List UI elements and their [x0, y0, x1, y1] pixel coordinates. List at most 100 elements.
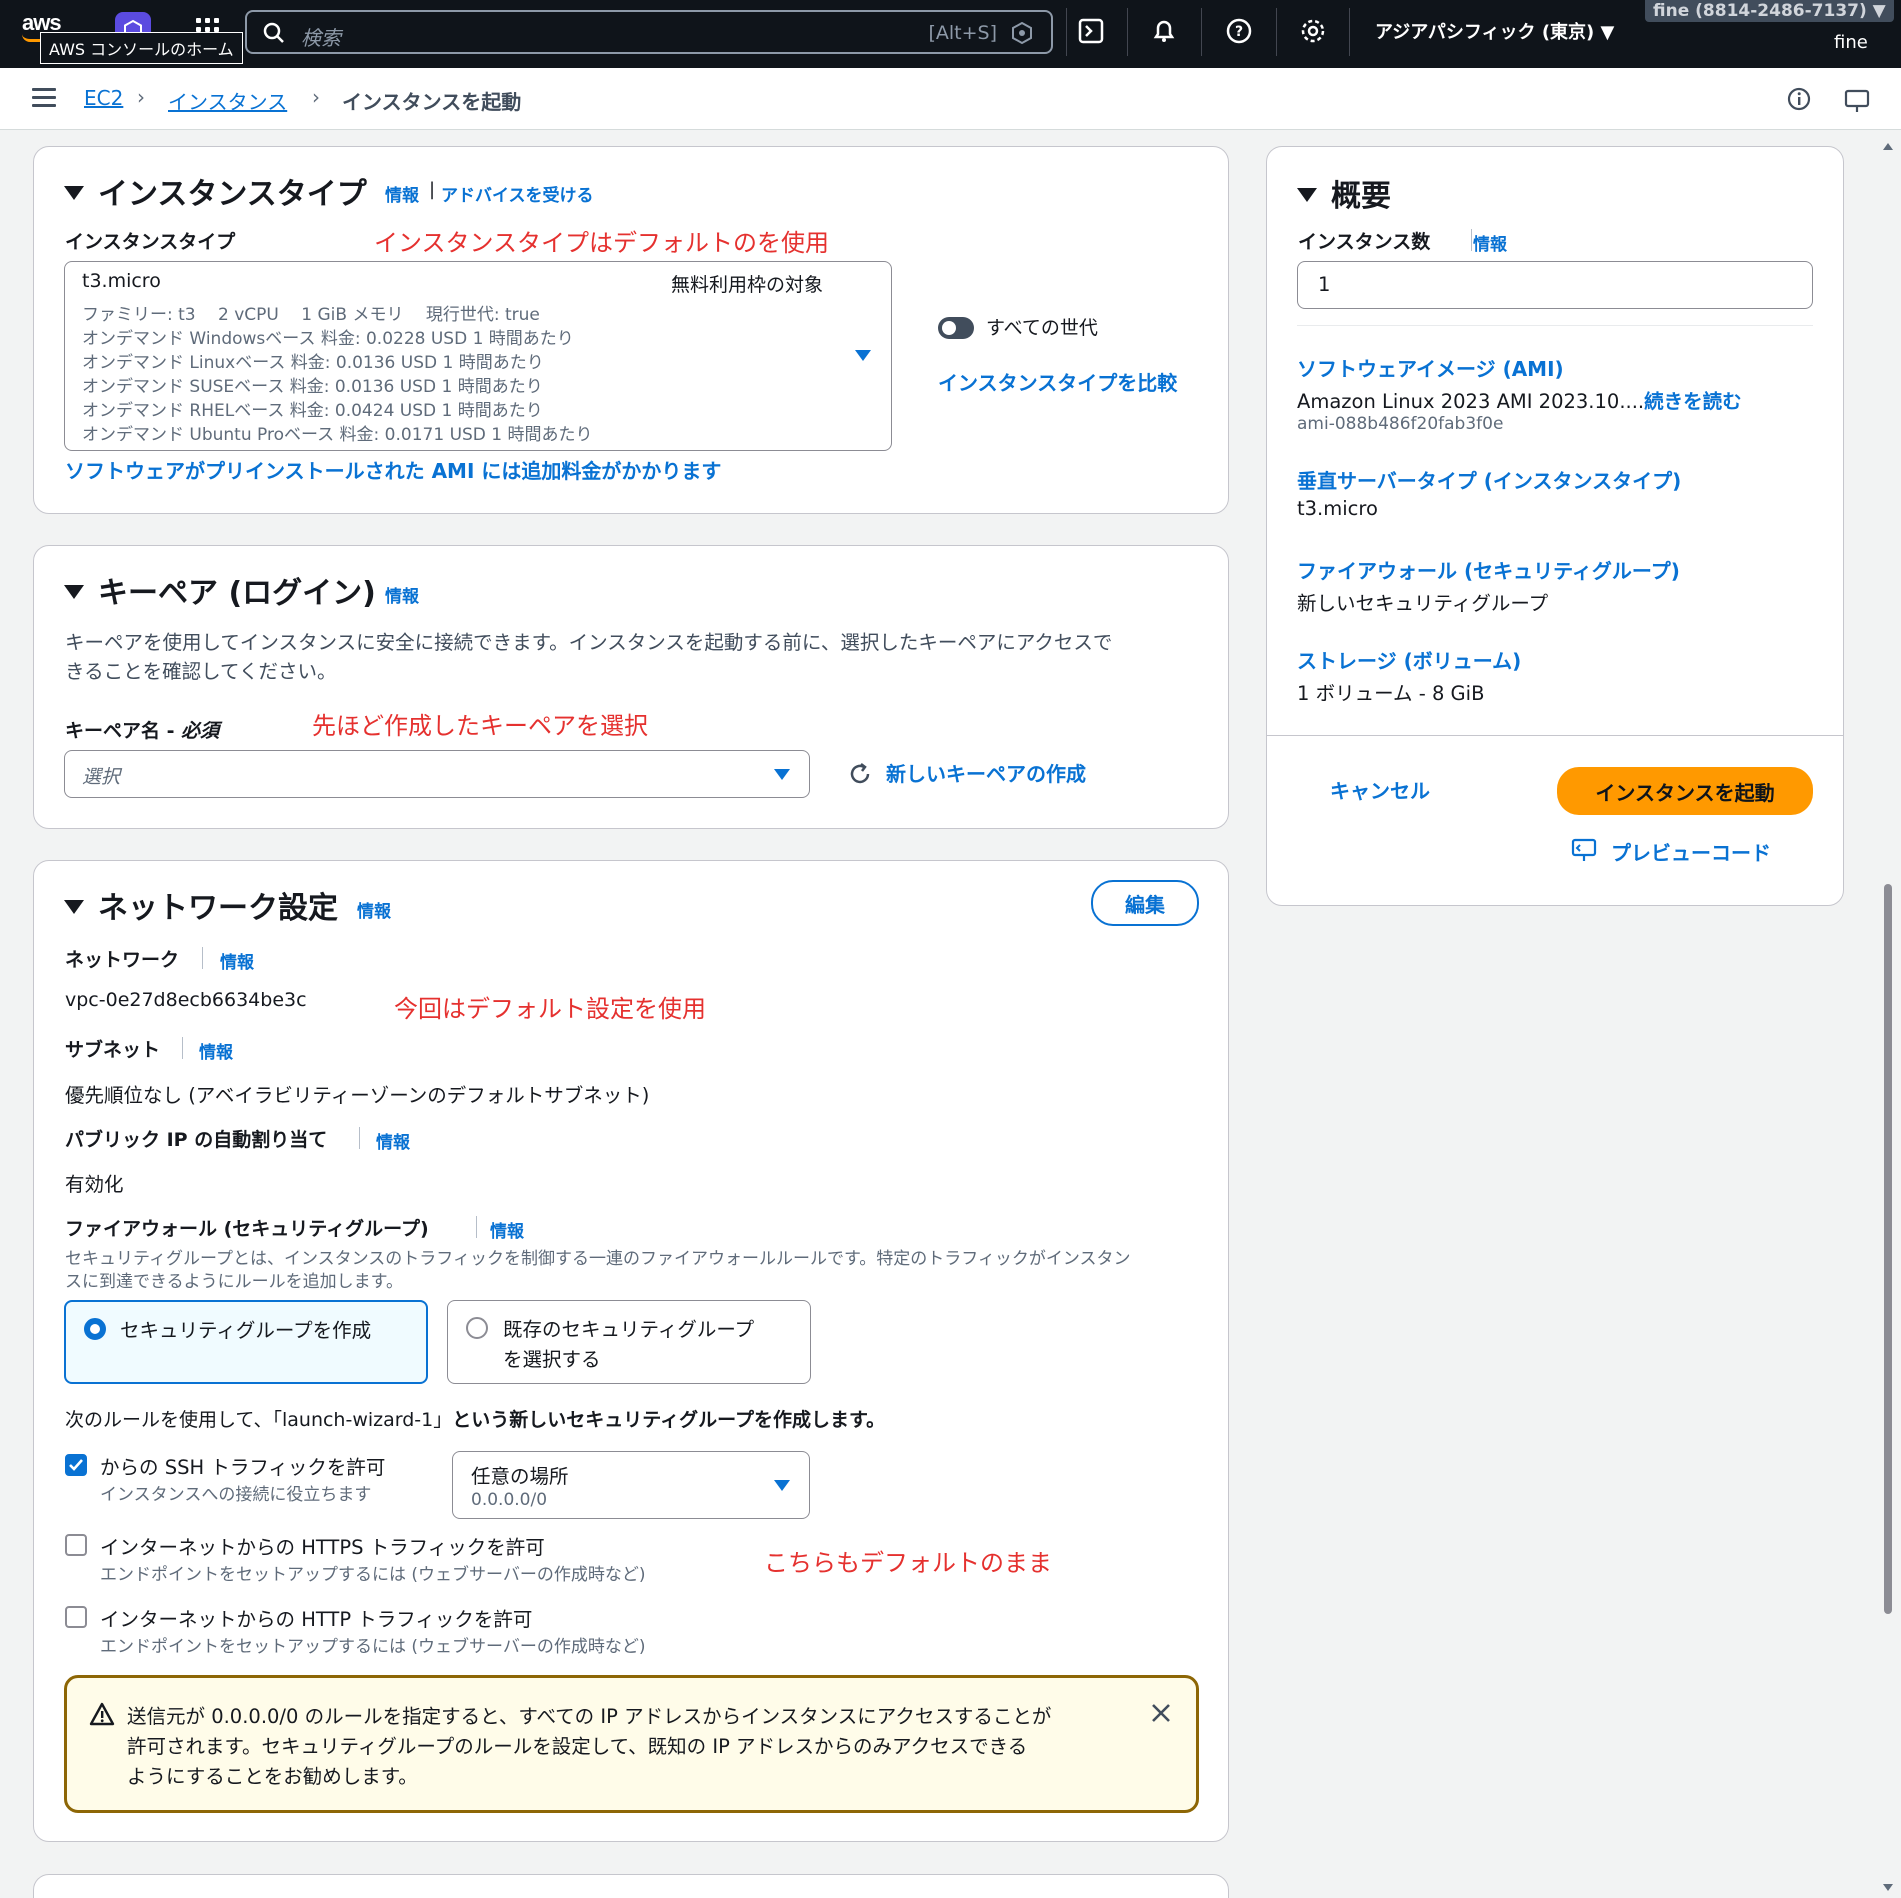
compare-instance-types-link[interactable]: インスタンスタイプを比較 [938, 367, 1177, 396]
existing-security-group-option[interactable]: 既存のセキュリティグループ を選択する [447, 1300, 811, 1384]
section-title-key-pair[interactable]: キーペア (ログイン) [64, 568, 376, 612]
info-link[interactable]: 情報 [385, 582, 419, 607]
instance-detail-line: ファミリー: t3 2 vCPU 1 GiB メモリ 現行世代: true [82, 305, 540, 325]
warning-text: 送信元が 0.0.0.0/0 のルールを指定すると、すべての IP アドレスから… [127, 1705, 1052, 1728]
radio-existing-security-group[interactable] [466, 1317, 488, 1339]
read-more-link[interactable]: 続きを読む [1644, 390, 1742, 413]
instance-count-input[interactable]: 1 [1297, 261, 1813, 309]
instance-count-label: インスタンス数 [1298, 231, 1431, 253]
settings-gear-icon[interactable] [1298, 16, 1328, 46]
annotation-instance-type: インスタンスタイプはデフォルトのを使用 [374, 229, 830, 257]
info-link[interactable]: 情報 [1473, 230, 1507, 255]
nav-separator [1066, 8, 1067, 56]
scroll-down-arrow-icon[interactable] [1882, 1878, 1894, 1891]
cancel-button[interactable]: キャンセル [1330, 775, 1430, 804]
region-selector[interactable]: アジアパシフィック (東京) ▼ [1375, 18, 1614, 44]
account-user[interactable]: fine [1834, 32, 1868, 53]
create-key-pair-link[interactable]: 新しいキーペアの作成 [886, 758, 1086, 787]
summary-ami-link[interactable]: ソフトウェアイメージ (AMI) [1297, 353, 1564, 382]
instance-type-panel: インスタンスタイプ 情報 | アドバイスを受ける インスタンスタイプ インスタン… [33, 146, 1229, 514]
page-scrollbar[interactable] [1884, 884, 1892, 1614]
advice-link[interactable]: アドバイスを受ける [441, 181, 594, 206]
warning-text-3: ようにすることをお勧めします。 [127, 1765, 418, 1788]
instance-detail-line: オンデマンド Ubuntu Proベース 料金: 0.0171 USD 1 時間… [82, 425, 593, 445]
collapse-triangle-icon[interactable] [1297, 187, 1317, 202]
all-generations-toggle[interactable] [938, 317, 974, 339]
create-security-group-label: セキュリティグループを作成 [120, 1319, 372, 1342]
chevron-right-icon: › [137, 85, 145, 109]
help-icon[interactable]: ? [1224, 16, 1254, 46]
breadcrumb: EC2 › インスタンス › インスタンスを起動 [0, 68, 1901, 130]
search-input[interactable]: 検索 [Alt+S] [245, 10, 1053, 54]
annotation-network: 今回はデフォルト設定を使用 [394, 995, 706, 1023]
ssh-cidr-value: 0.0.0.0/0 [471, 1490, 548, 1510]
https-help: エンドポイントをセットアップするには (ウェブサーバーの作成時など) [100, 1565, 646, 1585]
search-icon [263, 22, 284, 43]
side-nav-menu-icon[interactable] [32, 88, 56, 108]
nav-separator [1349, 8, 1350, 56]
info-link[interactable]: 情報 [357, 897, 391, 922]
search-shortcut: [Alt+S] [928, 22, 997, 44]
https-checkbox[interactable] [65, 1534, 87, 1556]
instance-count-value: 1 [1318, 273, 1331, 296]
public-ip-label: パブリック IP の自動割り当て [65, 1129, 328, 1151]
nav-separator [1127, 8, 1128, 56]
info-link[interactable]: 情報 [220, 948, 254, 973]
section-title-summary[interactable]: 概要 [1297, 171, 1391, 215]
nav-separator [1201, 8, 1202, 56]
info-link[interactable]: 情報 [376, 1128, 410, 1153]
instance-detail-line: オンデマンド Linuxベース 料金: 0.0136 USD 1 時間あたり [82, 353, 544, 373]
ssh-source-select[interactable]: 任意の場所 0.0.0.0/0 [452, 1451, 810, 1519]
ssh-checkbox[interactable] [65, 1454, 87, 1476]
summary-instance-type-link[interactable]: 垂直サーバータイプ (インスタンスタイプ) [1297, 465, 1681, 494]
console-home-tooltip: AWS コンソールのホーム [40, 32, 243, 64]
tutorial-panel-icon[interactable] [1842, 86, 1872, 116]
chevron-right-icon: › [312, 85, 320, 109]
top-navigation: aws AWS コンソールのホーム 検索 [Alt+S] ? アジアパシフィック… [0, 0, 1901, 68]
instance-type-select[interactable]: t3.micro 無料利用枠の対象 ファミリー: t3 2 vCPU 1 GiB… [64, 261, 892, 451]
shortcut-hint-icon [1012, 22, 1032, 44]
collapse-triangle-icon[interactable] [64, 185, 84, 200]
summary-storage-link[interactable]: ストレージ (ボリューム) [1297, 645, 1521, 674]
http-label: インターネットからの HTTP トラフィックを許可 [100, 1608, 533, 1631]
notifications-bell-icon[interactable] [1149, 16, 1179, 46]
nav-separator [1276, 8, 1277, 56]
info-link[interactable]: 情報 [490, 1217, 524, 1242]
http-checkbox[interactable] [65, 1606, 87, 1628]
key-pair-description: キーペアを使用してインスタンスに安全に接続できます。インスタンスを起動する前に、… [65, 631, 1113, 654]
close-icon[interactable] [1150, 1702, 1172, 1724]
key-pair-placeholder: 選択 [82, 766, 121, 788]
edit-button[interactable]: 編集 [1091, 880, 1199, 926]
account-menu[interactable]: fine (8814-2486-7137) ▼ [1645, 0, 1894, 22]
cloudshell-icon[interactable] [1076, 16, 1106, 46]
breadcrumb-ec2[interactable]: EC2 [84, 86, 123, 110]
summary-panel: 概要 インスタンス数 情報 1 ソフトウェアイメージ (AMI) Amazon … [1266, 146, 1844, 906]
scroll-up-arrow-icon[interactable] [1882, 138, 1894, 150]
ssh-label: からの SSH トラフィックを許可 [100, 1456, 386, 1479]
section-title-network[interactable]: ネットワーク設定 [64, 883, 338, 927]
launch-instance-button[interactable]: インスタンスを起動 [1557, 767, 1813, 815]
checkmark-icon [69, 1459, 83, 1471]
ami-charge-note-link[interactable]: ソフトウェアがプリインストールされた AMI には追加料金がかかります [65, 455, 721, 484]
collapse-triangle-icon[interactable] [64, 899, 84, 914]
info-link[interactable]: 情報 [199, 1038, 233, 1063]
key-pair-select[interactable]: 選択 [64, 750, 810, 798]
network-value: vpc-0e27d8ecb6634be3c [65, 989, 307, 1011]
svg-text:?: ? [1235, 24, 1243, 40]
radio-create-security-group[interactable] [84, 1318, 106, 1340]
security-group-rule-intro: 次のルールを使用して、「launch-wizard-1」という新しいセキュリティ… [65, 1409, 886, 1431]
instance-type-value: t3.micro [82, 270, 161, 292]
summary-firewall-link[interactable]: ファイアウォール (セキュリティグループ) [1297, 555, 1680, 584]
create-security-group-option[interactable]: セキュリティグループを作成 [64, 1300, 428, 1384]
http-help: エンドポイントをセットアップするには (ウェブサーバーの作成時など) [100, 1637, 646, 1657]
collapse-triangle-icon[interactable] [64, 584, 84, 599]
annotation-defaults: こちらもデフォルトのまま [764, 1549, 1052, 1577]
info-link[interactable]: 情報 [385, 181, 419, 206]
info-panel-icon[interactable] [1784, 84, 1814, 114]
section-title-instance-type[interactable]: インスタンスタイプ [64, 169, 367, 213]
breadcrumb-instances[interactable]: インスタンス [168, 86, 287, 115]
preview-code-link[interactable]: プレビューコード [1611, 837, 1771, 866]
summary-instance-type-value: t3.micro [1297, 497, 1378, 520]
refresh-icon[interactable] [847, 761, 873, 787]
summary-ami-value: Amazon Linux 2023 AMI 2023.10....続きを読む [1297, 390, 1742, 413]
